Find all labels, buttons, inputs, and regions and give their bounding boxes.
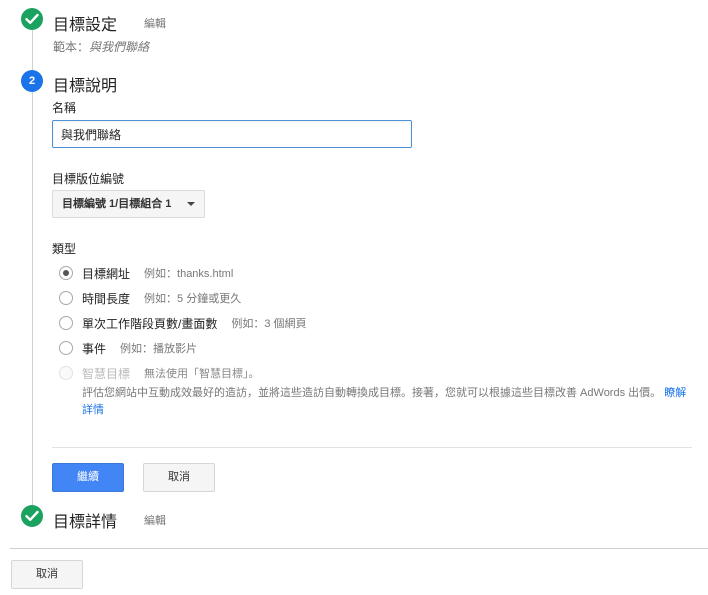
radio-button-disabled [59, 366, 73, 380]
smart-goal-description: 評估您網站中互動成效最好的造訪，並將這些造訪自動轉換成目標。接著，您就可以根據這… [82, 385, 694, 419]
smart-goal-description-text: 評估您網站中互動成效最好的造訪，並將這些造訪自動轉換成目標。接著，您就可以根據這… [82, 387, 662, 399]
step1-title: 目標設定 [53, 17, 118, 34]
goal-type-option-hint: 例如：5 分鐘或更久 [144, 293, 242, 305]
step1-summary-value: 與我們聯絡 [89, 40, 150, 54]
goal-type-option-label: 事件 [82, 341, 107, 356]
goal-type-option-label: 目標網址 [82, 266, 131, 281]
goal-slot-dropdown[interactable]: 目標編號 1/目標組合 1 [52, 190, 205, 218]
goal-type-option-hint: 例如：播放影片 [120, 343, 198, 355]
goal-slot-selected-value: 目標編號 1/目標組合 1 [62, 198, 172, 210]
step1-summary-prefix: 範本： [53, 40, 90, 54]
goal-type-option-destination[interactable]: 目標網址 例如：thanks.html [59, 264, 233, 282]
goal-type-label: 類型 [52, 242, 77, 256]
steps-connector-line [32, 30, 33, 506]
radio-button[interactable] [59, 316, 73, 330]
radio-button[interactable] [59, 291, 73, 305]
goal-type-option-smart-goal: 智慧目標 無法使用「智慧目標」。 [59, 364, 260, 382]
step-complete-check-icon [21, 505, 43, 527]
step2-number-badge: 2 [21, 70, 43, 92]
goal-type-option-duration[interactable]: 時間長度 例如：5 分鐘或更久 [59, 289, 241, 307]
step-complete-check-icon [21, 8, 43, 30]
step2-title: 目標說明 [53, 78, 118, 95]
goal-type-option-hint: 例如：thanks.html [144, 268, 234, 280]
goal-slot-label: 目標版位編號 [52, 172, 125, 186]
step3-edit-link[interactable]: 編輯 [144, 512, 166, 528]
radio-button-checked[interactable] [59, 266, 73, 280]
dropdown-caret-icon [187, 202, 195, 206]
footer-cancel-button[interactable]: 取消 [11, 560, 83, 589]
step1-edit-link[interactable]: 編輯 [144, 15, 166, 31]
step1-summary: 範本：與我們聯絡 [53, 38, 149, 55]
goal-type-option-hint: 例如：3 個網頁 [231, 318, 307, 330]
goal-type-option-label: 時間長度 [82, 291, 131, 306]
radio-button[interactable] [59, 341, 73, 355]
goal-type-option-hint: 無法使用「智慧目標」。 [144, 368, 260, 380]
step-cancel-button[interactable]: 取消 [143, 463, 215, 492]
goal-type-option-event[interactable]: 事件 例如：播放影片 [59, 339, 197, 357]
form-divider [52, 447, 692, 448]
goal-type-option-label: 智慧目標 [82, 366, 131, 381]
footer-divider [10, 548, 708, 549]
goal-type-option-label: 單次工作階段頁數/畫面數 [82, 316, 218, 331]
goal-type-option-pages-per-session[interactable]: 單次工作階段頁數/畫面數 例如：3 個網頁 [59, 314, 307, 332]
continue-button[interactable]: 繼續 [52, 463, 124, 492]
step3-title: 目標詳情 [53, 514, 118, 531]
goal-name-input[interactable] [52, 120, 412, 148]
goal-name-label: 名稱 [52, 101, 77, 115]
